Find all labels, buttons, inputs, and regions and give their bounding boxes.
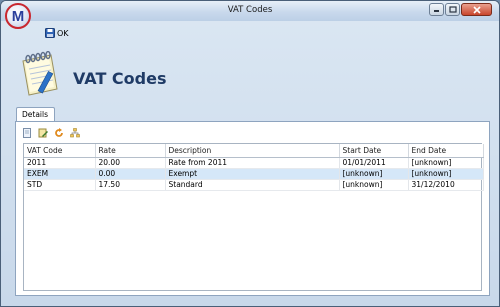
minimize-icon: [434, 10, 439, 12]
column-header-rate[interactable]: Rate: [95, 144, 166, 158]
cell-vat-code: STD: [24, 179, 96, 191]
page-title: VAT Codes: [73, 69, 167, 88]
ok-button[interactable]: OK: [45, 28, 69, 38]
vat-codes-window: VAT Codes M OK VAT Codes Details VAT Cod…: [0, 0, 500, 307]
window-title: VAT Codes: [227, 5, 273, 15]
cell-end-date: [unknown]: [408, 168, 484, 180]
cell-end-date: 31/12/2010: [408, 179, 484, 191]
column-header-end-date[interactable]: End Date: [408, 144, 484, 158]
vat-codes-table: VAT Code Rate Description Start Date End…: [24, 144, 484, 191]
maximize-button[interactable]: [445, 3, 460, 16]
cell-rate: 0.00: [95, 168, 166, 180]
column-header-vat-code[interactable]: VAT Code: [24, 144, 96, 158]
table-row[interactable]: STD 17.50 Standard [unknown] 31/12/2010: [24, 179, 484, 191]
title-bar[interactable]: VAT Codes: [1, 1, 499, 21]
new-record-icon[interactable]: [22, 128, 32, 138]
grid-toolbar: [22, 127, 80, 139]
table-header-row: VAT Code Rate Description Start Date End…: [24, 144, 484, 158]
maximize-icon: [448, 6, 457, 13]
column-header-description[interactable]: Description: [165, 144, 340, 158]
cell-vat-code: 2011: [24, 157, 96, 169]
cell-description: Standard: [165, 179, 340, 191]
edit-record-icon[interactable]: [38, 128, 48, 138]
ok-label: OK: [57, 28, 69, 38]
app-logo-letter: M: [11, 7, 25, 25]
minimize-button[interactable]: [429, 3, 444, 16]
vat-codes-grid[interactable]: VAT Code Rate Description Start Date End…: [23, 143, 484, 291]
app-logo[interactable]: M: [5, 3, 31, 29]
cell-description: Rate from 2011: [165, 157, 340, 169]
cell-start-date: 01/01/2011: [339, 157, 409, 169]
cell-rate: 20.00: [95, 157, 166, 169]
tab-details[interactable]: Details: [16, 107, 55, 122]
cell-description: Exempt: [165, 168, 340, 180]
close-icon: [472, 5, 481, 14]
table-row[interactable]: EXEM 0.00 Exempt [unknown] [unknown]: [24, 168, 484, 180]
details-panel: VAT Code Rate Description Start Date End…: [15, 121, 490, 296]
column-header-start-date[interactable]: Start Date: [339, 144, 409, 158]
cell-start-date: [unknown]: [339, 168, 409, 180]
save-disk-icon: [45, 28, 55, 38]
notepad-icon: [22, 51, 58, 96]
table-row[interactable]: 2011 20.00 Rate from 2011 01/01/2011 [un…: [24, 157, 484, 169]
cell-start-date: [unknown]: [339, 179, 409, 191]
refresh-icon[interactable]: [54, 128, 64, 138]
close-button[interactable]: [461, 3, 492, 16]
hierarchy-icon[interactable]: [70, 128, 80, 138]
page-header: VAT Codes: [7, 45, 493, 105]
cell-vat-code: EXEM: [24, 168, 96, 180]
cell-rate: 17.50: [95, 179, 166, 191]
cell-end-date: [unknown]: [408, 157, 484, 169]
